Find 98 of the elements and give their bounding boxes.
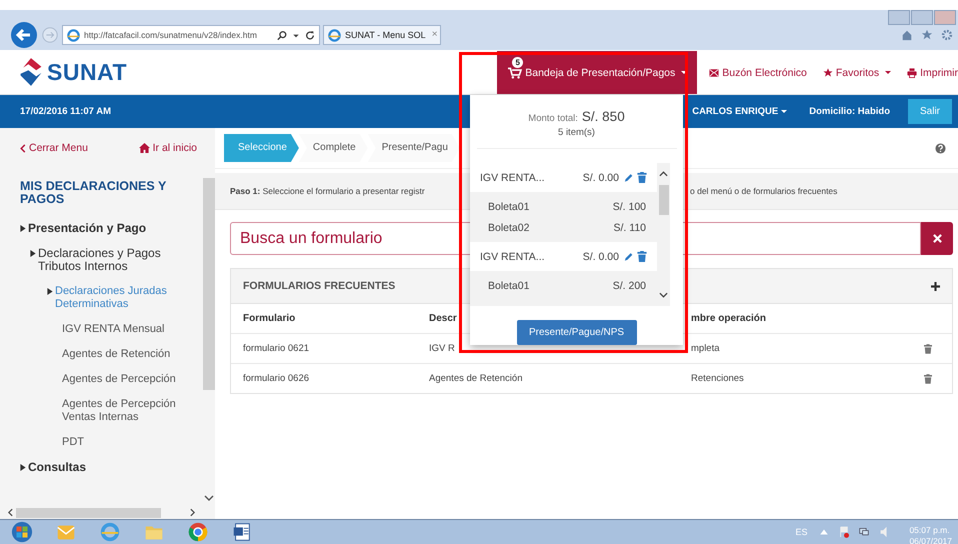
receipt-name: Boleta02 xyxy=(488,222,530,234)
clock-date: 06/07/2017 xyxy=(909,536,952,544)
home-icon xyxy=(138,143,150,153)
tree-item[interactable]: Agentes de Percepción xyxy=(62,373,176,386)
receipt-name: Boleta01 xyxy=(488,200,530,212)
scrollbar-thumb[interactable] xyxy=(203,178,215,390)
tree-item[interactable]: Agentes de Percepción Ventas Internas xyxy=(62,398,182,424)
count-badge: 5 xyxy=(512,57,524,68)
settings-icon[interactable] xyxy=(941,29,953,41)
close-menu-link[interactable]: Cerrar Menu xyxy=(20,142,88,154)
form-amount: S/. 0.00 xyxy=(582,250,619,262)
caret-icon xyxy=(885,70,892,75)
total-amount: S/. 850 xyxy=(582,109,625,124)
user-menu[interactable]: CARLOS ENRIQUE xyxy=(692,106,788,117)
clock-time: 05:07 p.m. xyxy=(909,525,951,536)
chrome-icon[interactable] xyxy=(186,521,210,543)
receipt-amount: S/. 200 xyxy=(612,280,646,292)
chevron-down-icon[interactable] xyxy=(659,292,668,298)
pencil-icon[interactable] xyxy=(624,251,634,262)
star-icon xyxy=(822,68,833,78)
home-link[interactable]: Ir al inicio xyxy=(138,142,197,154)
cart-icon xyxy=(507,66,522,79)
table-cell-text: IGV R xyxy=(429,343,456,354)
receipt-amount: S/. 100 xyxy=(612,200,646,212)
triangle-icon xyxy=(20,464,26,471)
triangle-icon xyxy=(47,288,53,295)
trash-icon[interactable] xyxy=(924,374,932,384)
hint-text: o del menú o de formularios frecuentes xyxy=(690,186,838,196)
pencil-icon[interactable] xyxy=(624,172,634,183)
table-cell-text: formulario 0626 xyxy=(243,373,310,384)
form-name: IGV RENTA... xyxy=(480,250,545,262)
refresh-icon[interactable] xyxy=(305,30,315,40)
globe-icon xyxy=(67,28,80,42)
back-button[interactable] xyxy=(10,21,38,49)
envelope-icon xyxy=(709,68,720,78)
trash-icon[interactable] xyxy=(637,172,647,183)
address-status: Domicilio: Habido xyxy=(809,106,890,117)
tree-item[interactable]: PDT xyxy=(62,436,84,449)
tab-title: SUNAT - Menu SOL xyxy=(345,30,426,40)
cart-menu-button[interactable]: 5 Bandeja de Presentación/Pagos xyxy=(497,51,698,94)
chevron-left-icon[interactable] xyxy=(8,508,13,517)
scrollbar-thumb[interactable] xyxy=(658,185,668,215)
step-tab[interactable]: Complete xyxy=(298,134,368,162)
triangle-icon xyxy=(20,225,26,232)
step-tab[interactable]: Presente/Pagu xyxy=(368,134,460,162)
table-cell-text: formulario 0621 xyxy=(243,343,310,354)
tree-item[interactable]: Consultas xyxy=(28,461,86,474)
start-button[interactable] xyxy=(10,521,34,543)
receipt-amount: S/. 110 xyxy=(614,222,646,234)
trash-icon[interactable] xyxy=(924,344,932,354)
tree-item[interactable]: Agentes de Retención xyxy=(62,348,170,361)
tree-item[interactable]: IGV RENTA Mensual xyxy=(62,323,164,336)
clear-button[interactable] xyxy=(921,222,953,255)
total-label: Monto total: xyxy=(528,113,578,124)
home-icon[interactable] xyxy=(901,29,913,41)
column-header: mbre operación xyxy=(691,313,768,324)
nav-link[interactable]: Imprimir xyxy=(907,51,958,94)
chevron-right-icon[interactable] xyxy=(190,508,195,517)
panel-title: FORMULARIOS FRECUENTES xyxy=(243,280,396,292)
column-header: Descr xyxy=(429,313,458,324)
flag-icon[interactable] xyxy=(839,526,850,538)
browser-tab[interactable]: SUNAT - Menu SOL × xyxy=(323,25,441,45)
help-icon[interactable] xyxy=(935,142,946,154)
nav-link[interactable]: Favoritos xyxy=(822,51,892,94)
globe-icon xyxy=(328,28,341,42)
form-amount: S/. 0.00 xyxy=(582,172,619,184)
network-icon[interactable] xyxy=(859,526,870,538)
section-heading: MIS DECLARACIONES Y PAGOS xyxy=(20,180,168,206)
column-header: Formulario xyxy=(243,313,296,324)
address-bar[interactable]: http://fatcafacil.com/sunatmenu/v28/index.htm xyxy=(62,25,320,45)
search-icon[interactable] xyxy=(277,30,287,40)
trash-icon[interactable] xyxy=(637,251,647,262)
hint-text: Paso 1: Seleccione el formulario a presentar registr xyxy=(230,186,426,196)
date-time: 17/02/2016 11:07 AM xyxy=(20,106,112,117)
chevron-up-icon[interactable] xyxy=(659,171,668,177)
printer-icon xyxy=(907,68,918,78)
triangle-icon xyxy=(30,250,36,257)
tree-item[interactable]: Declaraciones Juradas Determinativas xyxy=(55,285,167,311)
table-cell-text: Agentes de Retención xyxy=(429,373,524,384)
chevron-left-icon xyxy=(20,144,26,152)
item-count: 5 item(s) xyxy=(476,127,676,149)
star-icon[interactable] xyxy=(921,29,933,41)
form-name: IGV RENTA... xyxy=(480,172,545,184)
table-cell-text: mpleta xyxy=(691,343,721,354)
logo-text: SUNAT xyxy=(47,58,128,86)
plus-icon[interactable] xyxy=(931,282,940,290)
table-cell-text: Retenciones xyxy=(691,373,745,384)
scrollbar-thumb[interactable] xyxy=(16,508,161,518)
pay-button[interactable]: Presente/Pague/NPS xyxy=(516,320,636,345)
close-icon xyxy=(932,234,942,243)
caret-icon xyxy=(781,109,788,114)
receipt-name: Boleta01 xyxy=(488,280,530,292)
chevron-down-icon[interactable] xyxy=(204,495,214,501)
tree-item[interactable]: Presentación y Pago xyxy=(28,222,146,235)
tree-item[interactable]: Declaraciones y Pagos Tributos Internos xyxy=(38,247,180,273)
caret-icon xyxy=(681,70,688,75)
nav-link[interactable]: Buzón Electrónico xyxy=(709,51,807,94)
logo-icon xyxy=(18,57,44,87)
